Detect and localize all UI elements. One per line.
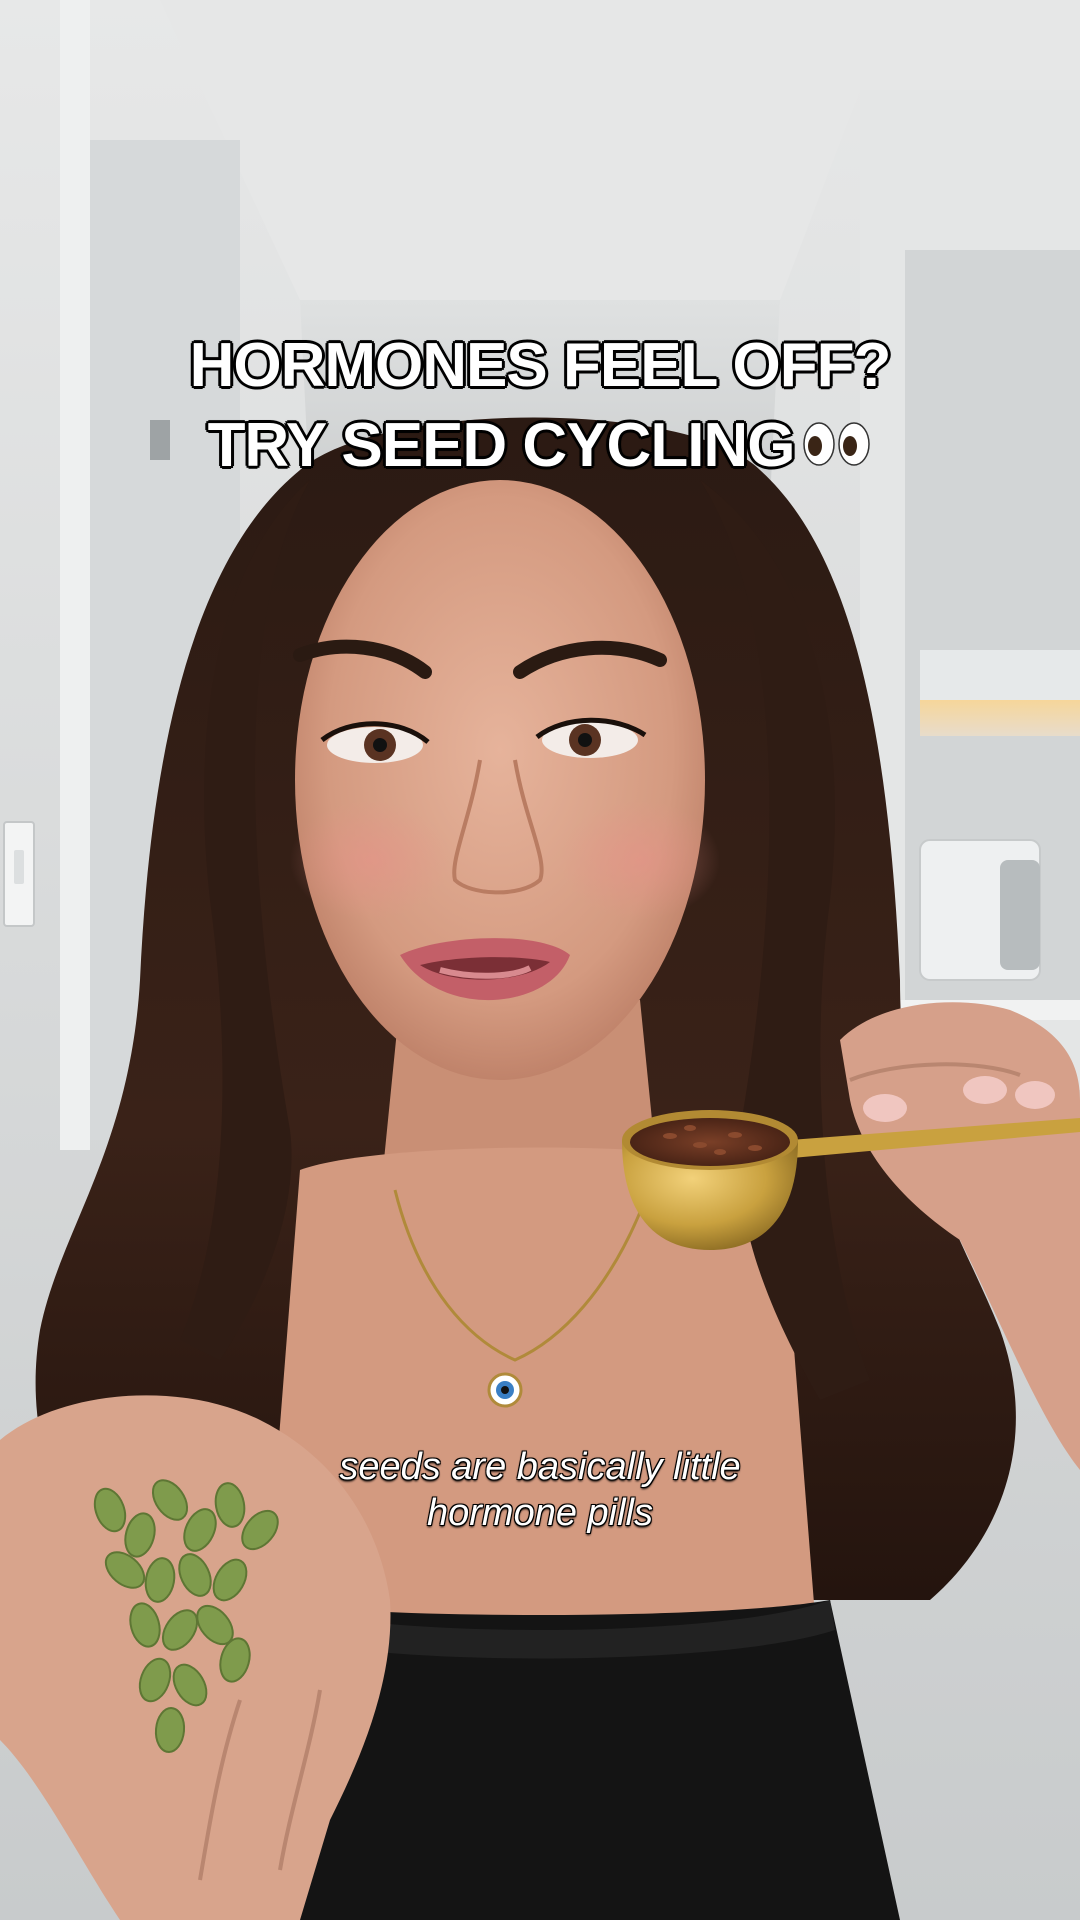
- title-line-2: TRY SEED CYCLING: [0, 406, 1080, 486]
- eyes-icon: [803, 421, 871, 466]
- appliance-jar: [1000, 860, 1040, 970]
- title-line-2-text: TRY SEED CYCLING: [207, 411, 796, 480]
- light-switch-toggle: [14, 850, 24, 884]
- cheek-right: [560, 800, 720, 920]
- flax-seeds: [630, 1118, 790, 1166]
- fingernail: [1015, 1081, 1055, 1109]
- scene-photo: [0, 0, 1080, 1920]
- fingernail: [963, 1076, 1007, 1104]
- door-frame-left: [60, 0, 90, 1150]
- title-line-1: HORMONES FEEL OFF?: [189, 331, 892, 400]
- subtitle-line-1: seeds are basically little: [339, 1446, 741, 1488]
- under-cabinet-light: [920, 700, 1080, 736]
- cheek-left: [290, 800, 450, 920]
- spoken-subtitle: seeds are basically little hormone pills: [0, 1444, 1080, 1536]
- fingernail: [863, 1094, 907, 1122]
- video-title-caption: HORMONES FEEL OFF? TRY SEED CYCLING: [0, 326, 1080, 486]
- subtitle-line-2: hormone pills: [427, 1492, 653, 1534]
- pendant-pupil: [501, 1386, 509, 1394]
- video-frame: HORMONES FEEL OFF? TRY SEED CYCLING seed…: [0, 0, 1080, 1920]
